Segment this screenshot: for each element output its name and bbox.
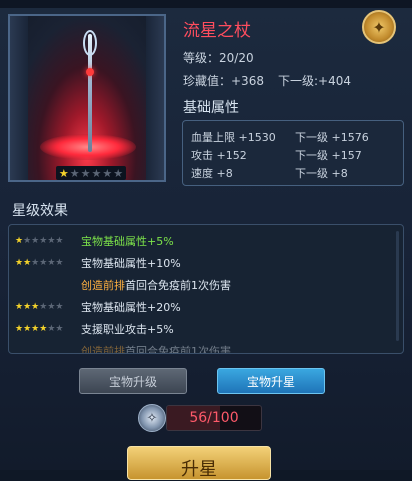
star-icon: ★ [47, 323, 56, 334]
effect-star-rating: ★ ★ ★ ★ ★ ★ [15, 301, 81, 312]
star-icon: ★ [23, 235, 32, 246]
scrollbar[interactable] [396, 231, 399, 341]
value-current: 珍藏值：+368 [183, 74, 264, 88]
progress-text: 56/100 [189, 410, 239, 426]
attr-hp: 血量上限 +1530 [191, 131, 276, 144]
pillar-right [146, 16, 164, 180]
star-icon: ★ [23, 323, 32, 334]
star-effect-row: ★ ★ ★ ★ ★ ★ 宝物基础属性+20% [15, 299, 181, 315]
star-icon: ★ [47, 301, 56, 312]
star-icon: ★ [113, 166, 124, 180]
star-effects-title: 星级效果 [12, 203, 68, 219]
star-icon: ★ [91, 166, 102, 180]
effect-star-rating: ★ ★ ★ ★ ★ ★ [15, 257, 81, 268]
effect-text: 首回合免疫前1次伤害 [125, 279, 231, 292]
star-icon: ★ [55, 257, 64, 268]
star-icon: ★ [69, 166, 80, 180]
star-icon: ★ [31, 301, 40, 312]
pillar-left [10, 16, 28, 180]
star-icon: ★ [39, 235, 48, 246]
star-icon: ★ [23, 257, 32, 268]
effect-prefix: 创造前排 [81, 345, 125, 354]
effect-text: 支援职业攻击+5% [81, 323, 174, 336]
effect-star-rating: ★ ★ ★ ★ ★ ★ [15, 235, 81, 246]
star-icon: ★ [102, 166, 113, 180]
star-up-button[interactable]: 升星 [127, 446, 271, 480]
star-icon: ★ [15, 257, 24, 268]
tab-item-upgrade[interactable]: 宝物升级 [79, 368, 187, 394]
item-name: 流星之杖 [183, 21, 251, 41]
star-icon: ★ [39, 257, 48, 268]
attr-attack: 攻击 +152 [191, 149, 247, 162]
tab-item-star-up[interactable]: 宝物升星 [217, 368, 325, 394]
star-material-icon: ✧ [138, 404, 166, 432]
star-icon: ★ [58, 166, 69, 180]
star-icon: ★ [55, 323, 64, 334]
star-icon: ★ [15, 235, 24, 246]
attr-attack-next: 下一级 +157 [295, 149, 362, 162]
effect-text: 宝物基础属性+5% [81, 235, 174, 248]
staff-gem-icon [86, 68, 94, 76]
star-icon: ★ [39, 323, 48, 334]
base-attributes-box: 血量上限 +1530 下一级 +1576 攻击 +152 下一级 +157 速度… [182, 120, 404, 186]
star-icon: ★ [15, 301, 24, 312]
star-icon: ★ [47, 257, 56, 268]
effect-star-rating: ★ ★ ★ ★ ★ ★ [15, 323, 81, 334]
star-progress-bar: 56/100 [166, 405, 262, 431]
star-effect-row: ★ ★ ★ ★ ★ ★ 宝物基础属性+5% [15, 233, 174, 249]
item-star-rating: ★ ★ ★ ★ ★ ★ [56, 166, 126, 180]
effect-prefix: 创造前排 [81, 279, 125, 292]
star-effect-row: ★ ★ ★ ★ ★ ★ 宝物基础属性+10% [15, 255, 181, 271]
effect-text: 宝物基础属性+20% [81, 301, 181, 314]
star-icon: ★ [31, 235, 40, 246]
star-icon: ★ [55, 301, 64, 312]
item-artwork: ★ ★ ★ ★ ★ ★ [8, 14, 166, 182]
effect-text: 宝物基础属性+10% [81, 257, 181, 270]
item-value: 珍藏值：+368 下一级:+404 [183, 72, 351, 89]
star-icon: ★ [31, 323, 40, 334]
star-icon: ★ [31, 257, 40, 268]
attr-hp-next: 下一级 +1576 [295, 131, 369, 144]
attr-speed: 速度 +8 [191, 167, 233, 180]
star-icon: ★ [47, 235, 56, 246]
star-effect-row: ★ ★ ★ ★ ★ ★ 支援职业攻击+5% [15, 321, 174, 337]
star-icon: ★ [80, 166, 91, 180]
star-effect-row: 创造前排 首回合免疫前1次伤害 [15, 277, 231, 293]
top-band [0, 0, 412, 8]
value-next: 下一级:+404 [277, 74, 351, 88]
item-level: 等级：20/20 [183, 51, 254, 65]
effect-text: 首回合免疫前1次伤害 [125, 345, 231, 354]
attr-speed-next: 下一级 +8 [295, 167, 348, 180]
staff-head-icon [83, 30, 97, 56]
emblem-badge-icon[interactable]: ✦ [362, 10, 396, 44]
star-icon: ★ [39, 301, 48, 312]
base-attributes-title: 基础属性 [183, 100, 239, 116]
star-icon: ★ [15, 323, 24, 334]
star-effects-list[interactable]: ★ ★ ★ ★ ★ ★ 宝物基础属性+5% ★ ★ ★ ★ ★ ★ 宝物基础属性+10% 创造前排 首回合免疫… [8, 224, 404, 354]
star-effect-row: 创造前排 首回合免疫前1次伤害 [15, 343, 231, 354]
star-icon: ★ [23, 301, 32, 312]
star-icon: ★ [55, 235, 64, 246]
